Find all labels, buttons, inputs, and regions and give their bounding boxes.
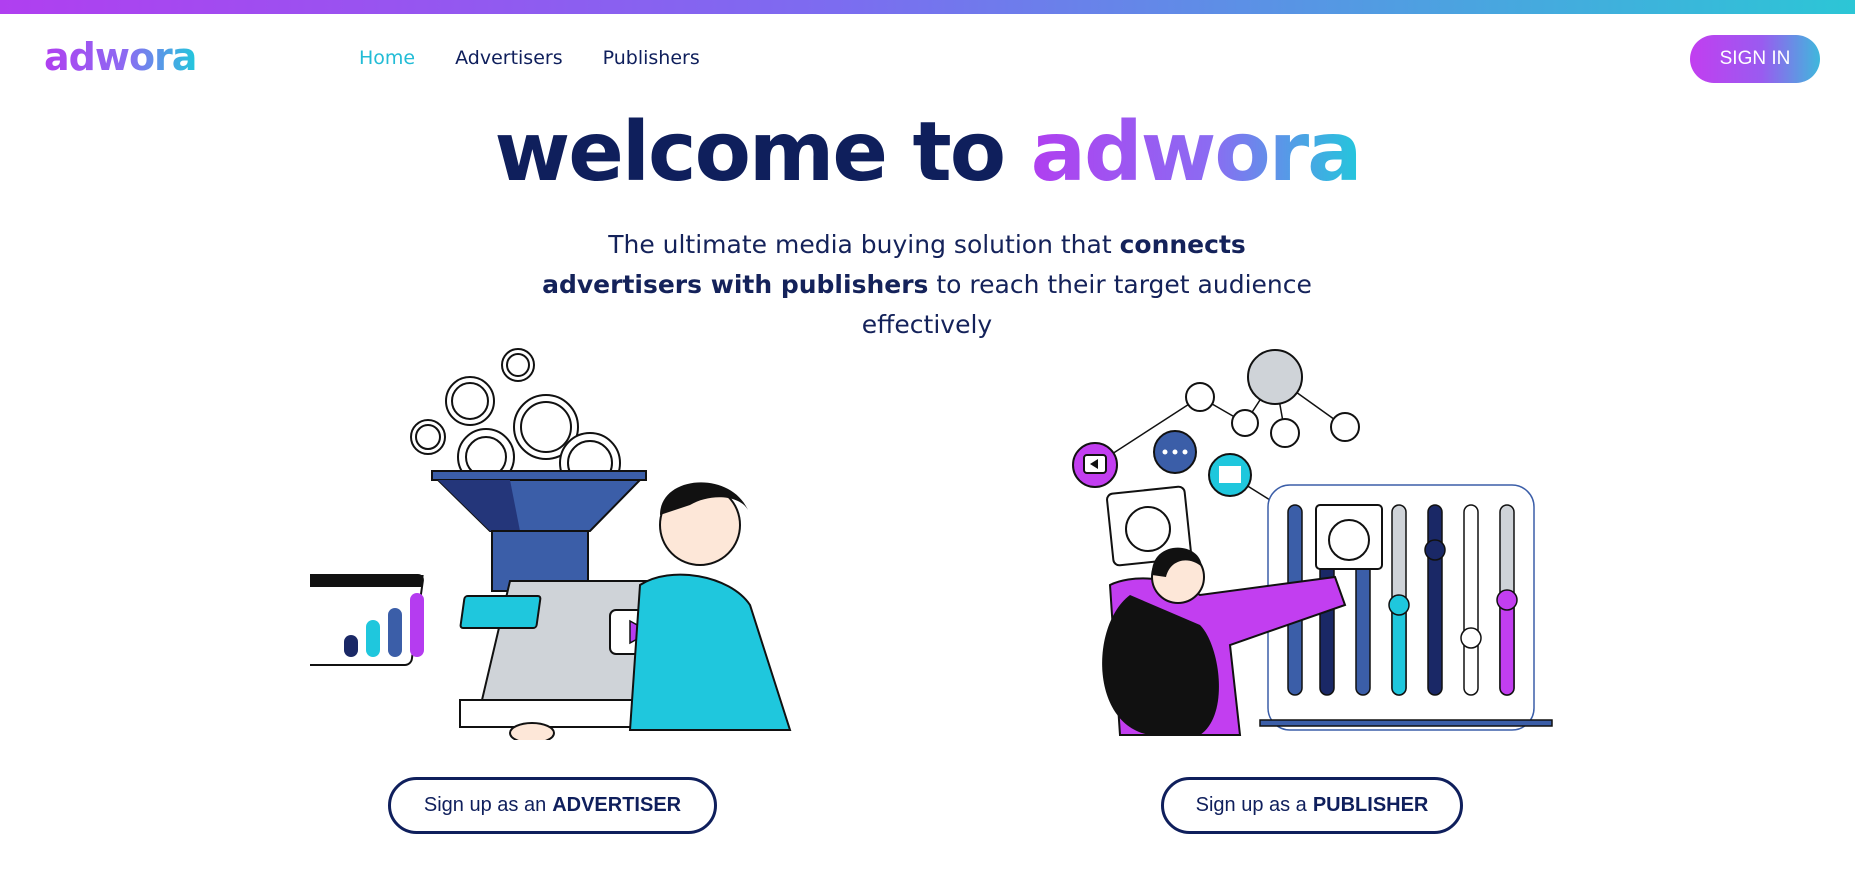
publisher-illustration: [1072, 349, 1553, 736]
tagline-text-1: The ultimate media buying solution that: [608, 230, 1120, 259]
sign-up-publisher-button[interactable]: Sign up as a PUBLISHER: [1161, 777, 1463, 834]
publisher-cta-prefix: Sign up as a: [1195, 794, 1307, 816]
page-title: welcome to adwora: [0, 112, 1855, 194]
bar-chart-card-icon: [310, 574, 424, 666]
advertiser-cta-prefix: Sign up as an: [423, 794, 547, 816]
hero-tagline: The ultimate media buying solution that …: [527, 225, 1327, 345]
sign-up-advertiser-button[interactable]: Sign up as an ADVERTISER: [388, 777, 717, 834]
publisher-cta-bold: PUBLISHER: [1312, 794, 1429, 816]
sign-in-button[interactable]: SIGN IN: [1690, 35, 1820, 83]
title-brand: adwora: [1030, 105, 1363, 200]
logo[interactable]: adwora: [44, 38, 197, 76]
tagline-text-2: to reach their target audience effective…: [861, 270, 1312, 339]
network-nodes: [1072, 349, 1360, 497]
title-prefix: welcome to: [494, 105, 1006, 200]
nav-item-advertisers[interactable]: Advertisers: [455, 47, 563, 69]
nav-item-home[interactable]: Home: [359, 47, 415, 69]
advertiser-illustration: [310, 348, 792, 740]
nav-item-publishers[interactable]: Publishers: [603, 47, 700, 69]
main-nav: Home Advertisers Publishers: [359, 47, 700, 69]
advertiser-cta-bold: ADVERTISER: [552, 794, 682, 816]
top-gradient-bar: [0, 0, 1855, 14]
